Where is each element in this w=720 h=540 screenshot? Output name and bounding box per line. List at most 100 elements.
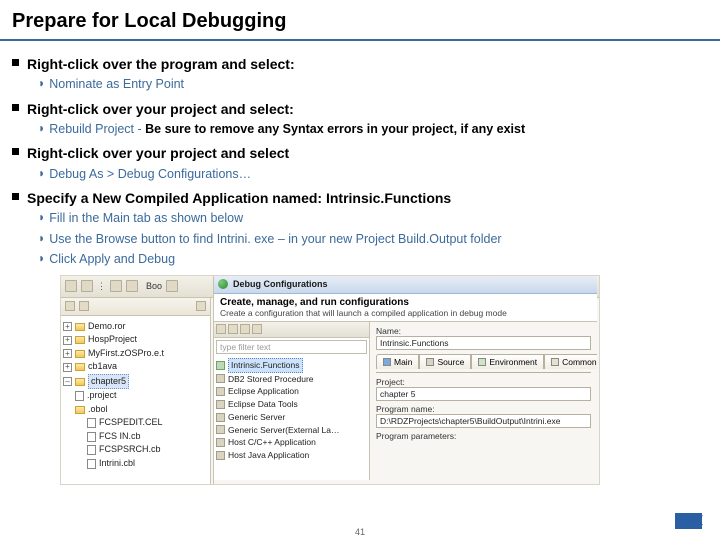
page-number: 41 — [0, 527, 720, 537]
config-item[interactable]: Generic Server(External La… — [228, 424, 340, 437]
file-icon — [87, 459, 96, 469]
arrow-icon: ◗ — [38, 166, 45, 180]
tab-main[interactable]: Main — [376, 354, 419, 369]
project-label: Project: — [376, 377, 591, 387]
tool-icon[interactable] — [65, 280, 77, 292]
app-icon — [216, 451, 225, 460]
folder-icon — [75, 378, 85, 386]
perspective-label: Boo — [146, 281, 162, 291]
square-bullet-icon — [12, 148, 19, 155]
folder-icon — [75, 406, 85, 414]
expand-icon[interactable]: + — [63, 322, 72, 331]
tree-node[interactable]: HospProject — [88, 333, 137, 347]
tree-node[interactable]: Demo.ror — [88, 320, 126, 334]
window-body: type filter text Intrinsic.Functions DB2… — [214, 322, 597, 480]
tree-node[interactable]: cb1ava — [88, 360, 117, 374]
bullet-1-text: Right-click over the program and select: — [27, 55, 295, 73]
program-field[interactable]: D:\RDZProjects\chapter5\BuildOutput\Intr… — [376, 414, 591, 428]
collapse-icon[interactable]: – — [63, 377, 72, 386]
tab-common[interactable]: Common — [544, 354, 597, 369]
bullet-2-text: Right-click over your project and select… — [27, 100, 294, 118]
tree-node[interactable]: .obol — [88, 403, 108, 417]
config-item[interactable]: Eclipse Application — [228, 385, 299, 398]
tool-icon[interactable] — [81, 280, 93, 292]
bullet-1a-text: Nominate as Entry Point — [49, 76, 184, 94]
config-form: Name: Intrinsic.Functions Main Source En… — [370, 322, 597, 480]
bullet-4: Specify a New Compiled Application named… — [12, 189, 716, 207]
bullet-1a: ◗ Nominate as Entry Point — [38, 76, 716, 94]
tool-icon[interactable] — [126, 280, 138, 292]
config-list-pane: type filter text Intrinsic.Functions DB2… — [214, 322, 370, 480]
app-icon — [216, 361, 225, 370]
file-icon — [87, 418, 96, 428]
name-field[interactable]: Intrinsic.Functions — [376, 336, 591, 350]
expand-icon[interactable]: + — [63, 363, 72, 372]
duplicate-icon[interactable] — [228, 324, 238, 334]
arrow-icon: ◗ — [38, 121, 45, 135]
slide-content: Right-click over the program and select:… — [0, 41, 720, 485]
expand-icon[interactable]: + — [63, 349, 72, 358]
ide-screenshot: ⋮ Boo +Demo.ror +HospProject +MyFirst.zO… — [60, 275, 600, 485]
tree-node[interactable]: FCSPEDIT.CEL — [99, 416, 163, 430]
file-icon — [87, 432, 96, 442]
tab-source[interactable]: Source — [419, 354, 471, 369]
tree-node[interactable]: .project — [87, 389, 117, 403]
tree-node[interactable]: FCSPSRCH.cb — [99, 443, 161, 457]
program-label: Program name: — [376, 404, 591, 414]
window-heading: Create, manage, and run configurations — [220, 297, 591, 308]
config-item[interactable]: Generic Server — [228, 411, 285, 424]
window-titlebar: Debug Configurations — [214, 276, 597, 294]
config-toolbar — [214, 322, 369, 338]
project-tree[interactable]: + Demo.ror + HospProject + MyFirst.zOSPro.e… — [61, 316, 210, 475]
app-icon — [216, 387, 225, 396]
arrow-icon: ◗ — [38, 231, 45, 245]
tool-icon[interactable] — [196, 301, 206, 311]
square-bullet-icon — [12, 104, 19, 111]
folder-icon — [75, 323, 85, 331]
project-explorer: + Demo.ror + HospProject + MyFirst.zOSPro.e… — [61, 298, 211, 484]
app-icon — [216, 425, 225, 434]
app-icon — [216, 374, 225, 383]
square-bullet-icon — [12, 59, 19, 66]
tree-node-selected[interactable]: chapter5 — [88, 374, 129, 390]
file-icon — [75, 391, 84, 401]
tree-node[interactable]: Intrini.cbl — [99, 457, 135, 471]
config-item[interactable]: Host Java Application — [228, 449, 309, 462]
folder-icon — [75, 350, 85, 358]
tree-node[interactable]: FCS IN.cb — [99, 430, 141, 444]
tool-icon[interactable] — [166, 280, 178, 292]
bullet-4-text: Specify a New Compiled Application named… — [27, 189, 451, 207]
common-tab-icon — [551, 358, 559, 366]
bullet-4a-text: Fill in the Main tab as shown below — [49, 210, 243, 228]
source-tab-icon — [426, 358, 434, 366]
window-title-text: Debug Configurations — [233, 279, 328, 289]
delete-icon[interactable] — [240, 324, 250, 334]
tab-environment[interactable]: Environment — [471, 354, 544, 369]
expand-icon[interactable]: + — [63, 336, 72, 345]
tab-source-label: Source — [437, 357, 464, 367]
tool-icon[interactable] — [65, 301, 75, 311]
params-label: Program parameters: — [376, 431, 591, 441]
bullet-2a-bold: Be sure to remove any Syntax errors in y… — [145, 122, 525, 136]
new-icon[interactable] — [216, 324, 226, 334]
name-label: Name: — [376, 326, 401, 336]
config-item[interactable]: Eclipse Data Tools — [228, 398, 298, 411]
bullet-4b: ◗ Use the Browse button to find Intrini.… — [38, 231, 716, 249]
tool-icon[interactable] — [79, 301, 89, 311]
filter-input[interactable]: type filter text — [216, 340, 367, 354]
arrow-icon: ◗ — [38, 76, 45, 90]
config-tree[interactable]: Intrinsic.Functions DB2 Stored Procedure… — [214, 356, 369, 464]
folder-icon — [75, 336, 85, 344]
config-item-selected[interactable]: Intrinsic.Functions — [228, 358, 303, 373]
bullet-3: Right-click over your project and select — [12, 144, 716, 162]
project-field[interactable]: chapter 5 — [376, 387, 591, 401]
filter-icon[interactable] — [252, 324, 262, 334]
app-icon — [216, 400, 225, 409]
bullet-4c: ◗ Click Apply and Debug — [38, 251, 716, 269]
bullet-1: Right-click over the program and select: — [12, 55, 716, 73]
tree-node[interactable]: MyFirst.zOSPro.e.t — [88, 347, 164, 361]
folder-icon — [75, 363, 85, 371]
config-item[interactable]: DB2 Stored Procedure — [228, 373, 314, 386]
config-item[interactable]: Host C/C++ Application — [228, 436, 316, 449]
tool-icon[interactable] — [110, 280, 122, 292]
